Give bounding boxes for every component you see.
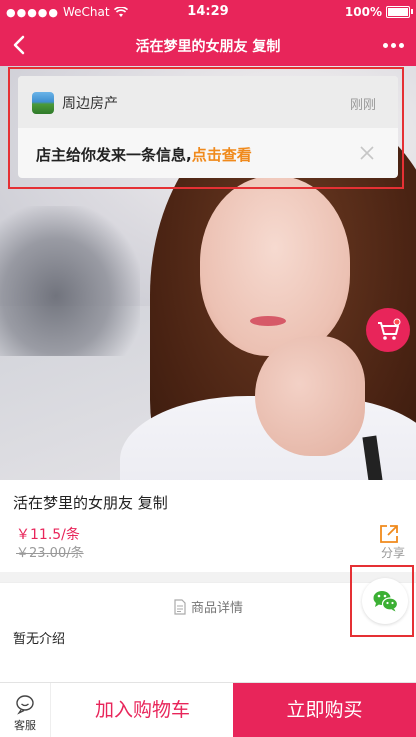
more-icon [382, 42, 388, 48]
add-to-cart-button[interactable]: 加入购物车 [50, 683, 234, 737]
page-title: 活在梦里的女朋友 复制 [135, 39, 281, 55]
image-hand [255, 336, 365, 456]
original-price: ￥23.00/条 [16, 546, 84, 561]
document-icon [174, 599, 186, 615]
product-name: 活在梦里的女朋友 复制 [13, 494, 168, 512]
image-face [200, 176, 350, 356]
image-background-figures [0, 206, 140, 356]
status-bar: ●●●●● WeChat 14:29 100% [0, 0, 416, 24]
nav-bar: 活在梦里的女朋友 复制 [0, 24, 416, 66]
product-info: 活在梦里的女朋友 复制 ￥11.5/条 ￥23.00/条 分享 [0, 480, 416, 572]
wechat-icon [373, 591, 399, 612]
back-icon [13, 35, 25, 55]
bottom-action-bar: 客服 加入购物车 立即购买 [0, 682, 416, 737]
service-icon [16, 695, 34, 715]
share-icon [380, 525, 398, 543]
battery-icon [386, 6, 413, 18]
customer-service-button[interactable]: 客服 [0, 683, 50, 737]
more-button[interactable] [378, 36, 408, 54]
wechat-button[interactable] [362, 578, 408, 624]
share-label[interactable]: 分享 [381, 544, 405, 561]
detail-content: 暂无介绍 [13, 632, 66, 647]
cart-button[interactable] [366, 308, 410, 352]
back-button[interactable] [8, 30, 36, 60]
buy-now-button[interactable]: 立即购买 [233, 683, 416, 737]
tab-label: 商品详情 [190, 601, 243, 616]
service-label: 客服 [14, 719, 36, 732]
more-icon-dot [390, 42, 396, 48]
image-lips [250, 316, 286, 326]
more-icon-dot [398, 42, 404, 48]
status-right: 100% [344, 5, 413, 19]
battery-percent: 100% [344, 5, 382, 19]
product-price: ￥11.5/条 [16, 527, 80, 543]
cart-icon [378, 318, 401, 340]
notification-highlight-box [8, 67, 404, 189]
